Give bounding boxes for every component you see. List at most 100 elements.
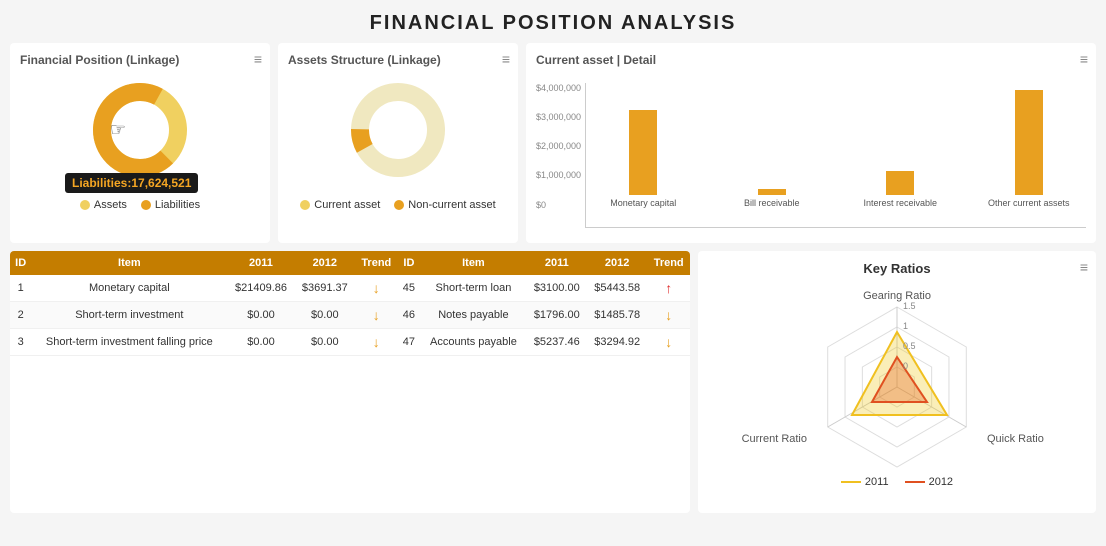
cell-item1-r1: Monetary capital [31,275,227,302]
svg-text:0.5: 0.5 [903,341,916,351]
cell-2011-r1: $21409.86 [227,275,294,302]
current-label: Current asset [314,199,380,211]
financial-legend: Assets Liabilities [20,199,260,211]
liabilities-label: Liabilities [155,199,200,211]
financial-menu-icon[interactable]: ≡ [254,51,262,67]
assets-dot [80,200,90,210]
bar-chart-area: $4,000,000 $3,000,000 $2,000,000 $1,000,… [536,83,1086,228]
cell-trend2-r1: ↑ [647,275,690,302]
y-label-3m: $3,000,000 [536,112,581,122]
th-item2: Item [420,251,526,275]
bar-label-other: Other current assets [988,198,1070,209]
svg-text:0: 0 [903,361,908,371]
cell-trend2-r3: ↓ [647,329,690,356]
page-title: FINANCIAL POSITION ANALYSIS [0,0,1106,43]
ratios-title: Key Ratios [708,261,1086,276]
financial-title: Financial Position (Linkage) [20,53,200,69]
assets-menu-icon[interactable]: ≡ [502,51,510,67]
th-id2: ID [398,251,421,275]
cell-id1-r3: 3 [10,329,31,356]
noncurrent-label: Non-current asset [408,199,495,211]
legend-2012-label: 2012 [929,476,953,488]
tooltip: Liabilities:17,624,521 [65,173,198,193]
cell-trend1-r2: ↓ [355,302,398,329]
bar-monetary: Monetary capital [586,110,700,209]
cell-item2-r3: Accounts payable [420,329,526,356]
legend-assets: Assets [80,199,127,211]
key-ratios-card: ≡ Key Ratios [698,251,1096,513]
legend-current: Current asset [300,199,380,211]
legend-2011: 2011 [841,476,889,488]
th-2011-2: 2011 [527,251,587,275]
assets-structure-card: Assets Structure (Linkage) ≡ Current ass… [278,43,518,243]
cell-2012-2-r2: $1485.78 [587,302,647,329]
data-table: ID Item 2011 2012 Trend ID Item 2011 201… [10,251,690,356]
cell-id2-r3: 47 [398,329,421,356]
th-2012-1: 2012 [295,251,355,275]
cell-item2-r1: Short-term loan [420,275,526,302]
radar-legend: 2011 2012 [708,476,1086,488]
svg-text:1.5: 1.5 [903,301,916,311]
bar-label-monetary: Monetary capital [610,198,676,209]
cell-2012-r3: $0.00 [295,329,355,356]
legend-noncurrent: Non-current asset [394,199,495,211]
bar-bill: Bill receivable [715,189,829,209]
current-title: Current asset | Detail [536,53,656,69]
cell-2012-2-r1: $5443.58 [587,275,647,302]
bar-interest: Interest receivable [843,171,957,209]
y-label-1m: $1,000,000 [536,170,581,180]
cell-item1-r3: Short-term investment falling price [31,329,227,356]
legend-2011-label: 2011 [865,476,889,488]
assets-donut-chart [343,75,453,185]
cell-trend2-r2: ↓ [647,302,690,329]
line-2012 [905,481,925,483]
ratios-menu-icon[interactable]: ≡ [1080,259,1088,275]
current-dot [300,200,310,210]
bar-label-bill: Bill receivable [744,198,800,209]
cell-2011-r3: $0.00 [227,329,294,356]
cell-trend1-r1: ↓ [355,275,398,302]
current-asset-card: Current asset | Detail ≡ $4,000,000 $3,0… [526,43,1096,243]
legend-2012: 2012 [905,476,953,488]
financial-position-card: Financial Position (Linkage) ≡ ☞ Liabili… [10,43,270,243]
th-id1: ID [10,251,31,275]
cell-2011-2-r3: $5237.46 [527,329,587,356]
financial-donut-chart: ☞ Liabilities:17,624,521 [85,75,195,185]
line-2011 [841,481,861,483]
current-menu-icon[interactable]: ≡ [1080,51,1088,67]
svg-text:Gearing Ratio: Gearing Ratio [863,290,931,302]
assets-label: Assets [94,199,127,211]
cell-2011-2-r1: $3100.00 [527,275,587,302]
cell-2011-r2: $0.00 [227,302,294,329]
th-item1: Item [31,251,227,275]
cell-2012-r1: $3691.37 [295,275,355,302]
cell-2012-r2: $0.00 [295,302,355,329]
legend-liabilities: Liabilities [141,199,200,211]
noncurrent-dot [394,200,404,210]
y-label-4m: $4,000,000 [536,83,581,93]
cell-item1-r2: Short-term investment [31,302,227,329]
th-2011-1: 2011 [227,251,294,275]
cell-id2-r2: 46 [398,302,421,329]
table-row: 1 Monetary capital $21409.86 $3691.37 ↓ … [10,275,690,302]
table-row: 3 Short-term investment falling price $0… [10,329,690,356]
assets-title: Assets Structure (Linkage) [288,53,468,69]
cell-2011-2-r2: $1796.00 [527,302,587,329]
cell-2012-2-r3: $3294.92 [587,329,647,356]
bar-other: Other current assets [972,90,1086,209]
liabilities-dot [141,200,151,210]
radar-chart: Gearing Ratio Quick Ratio Current Ratio … [708,282,1086,472]
tooltip-value: 17,624,521 [131,176,191,190]
th-trend1: Trend [355,251,398,275]
cell-id2-r1: 45 [398,275,421,302]
y-label-0: $0 [536,200,581,210]
cursor-icon: ☞ [110,119,126,140]
th-trend2: Trend [647,251,690,275]
bar-label-interest: Interest receivable [863,198,937,209]
assets-legend: Current asset Non-current asset [288,199,508,211]
cell-id1-r1: 1 [10,275,31,302]
data-table-section: ID Item 2011 2012 Trend ID Item 2011 201… [10,251,690,513]
svg-text:Current Ratio: Current Ratio [742,433,807,445]
svg-text:1: 1 [903,321,908,331]
cell-id1-r2: 2 [10,302,31,329]
